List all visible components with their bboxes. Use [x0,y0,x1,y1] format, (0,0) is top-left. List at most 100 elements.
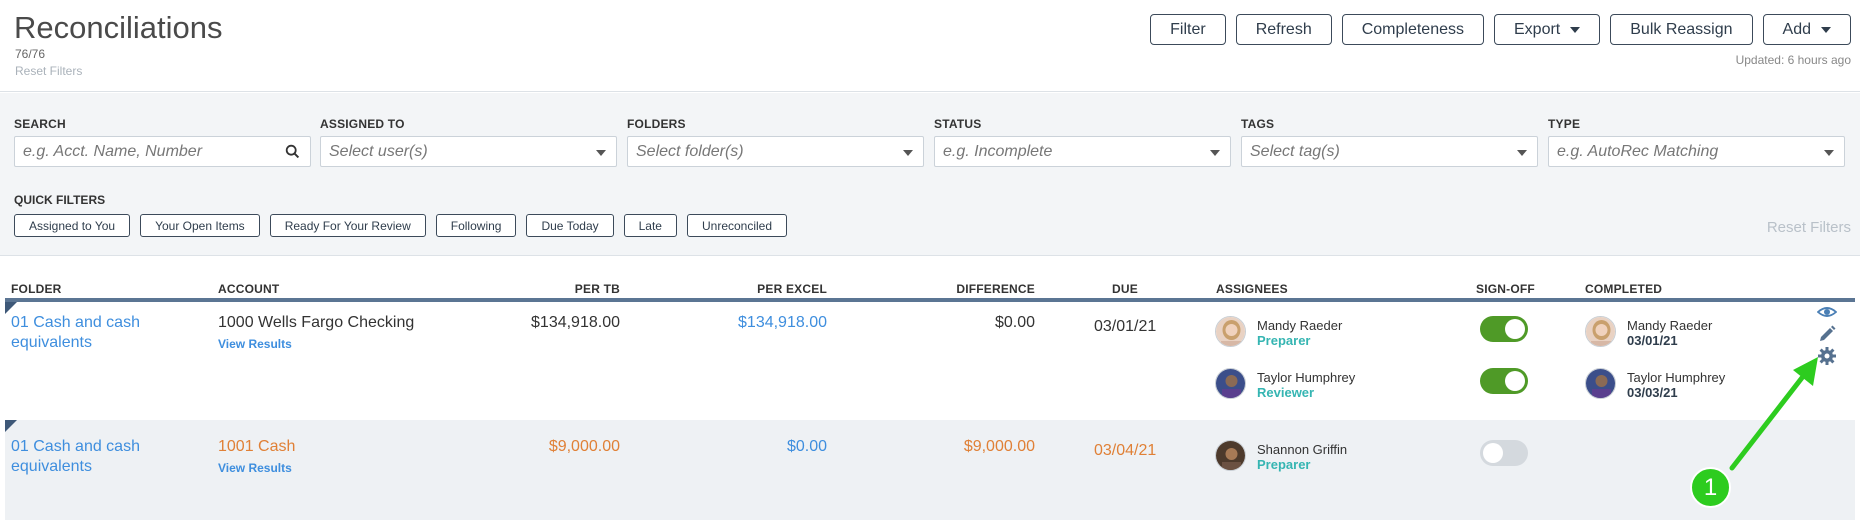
column-header-completed[interactable]: COMPLETED [1585,282,1662,296]
view-results-link[interactable]: View Results [218,461,292,475]
tags-filter: TAGS Select tag(s) [1241,117,1538,167]
search-icon [285,144,300,159]
folders-placeholder: Select folder(s) [636,143,744,160]
completed-date: 03/03/21 [1627,385,1678,400]
sign-off-toggle[interactable] [1480,440,1528,466]
sign-off-toggle[interactable] [1480,368,1528,394]
search-input[interactable]: e.g. Acct. Name, Number [14,136,311,167]
folder-link-line1[interactable]: 01 Cash and cash [11,314,140,332]
difference-value: $9,000.00 [963,438,1035,455]
per-excel-value[interactable]: $0.00 [675,438,827,456]
add-button-label: Add [1782,20,1811,38]
per-excel-value[interactable]: $134,918.00 [675,314,827,332]
column-header-difference[interactable]: DIFFERENCE [915,282,1035,296]
toggle-knob [1505,319,1525,339]
due-date: 03/01/21 [1094,318,1157,335]
type-label: TYPE [1548,117,1581,131]
completeness-button[interactable]: Completeness [1341,14,1484,45]
reset-filters-link[interactable]: Reset Filters [15,64,82,78]
chevron-down-icon [1824,150,1834,156]
quick-filter-unreconciled[interactable]: Unreconciled [686,214,788,237]
assignee-role: Reviewer [1257,385,1315,400]
chevron-down-icon [1210,150,1220,156]
view-results-link[interactable]: View Results [218,337,292,351]
table-row[interactable]: 01 Cash and cash equivalents 1000 Wells … [5,302,1855,420]
export-button[interactable]: Export [1494,14,1601,45]
table-row[interactable]: 01 Cash and cash equivalents 1001 Cash V… [5,420,1855,520]
folders-filter: FOLDERS Select folder(s) [627,117,924,167]
column-header-due[interactable]: DUE [1112,282,1138,296]
completeness-button-label: Completeness [1361,20,1464,38]
per-tb-value: $134,918.00 [531,314,620,331]
header-actions: Filter Refresh Completeness Export Bulk … [1150,14,1851,45]
quick-filter-late[interactable]: Late [623,214,677,237]
row-corner-marker [5,302,17,314]
due-date: 03/04/21 [1094,442,1157,459]
completed-date: 03/01/21 [1627,333,1678,348]
column-header-assignees[interactable]: ASSIGNEES [1216,282,1288,296]
quick-filter-following[interactable]: Following [435,214,517,237]
folders-select[interactable]: Select folder(s) [627,136,924,167]
quick-filters-label: QUICK FILTERS [14,193,106,207]
assignee-name: Taylor Humphrey [1257,370,1356,385]
bulk-reassign-button[interactable]: Bulk Reassign [1610,14,1753,45]
toggle-knob [1483,443,1503,463]
assigned-to-placeholder: Select user(s) [329,143,428,160]
row-corner-marker [5,420,17,432]
caret-down-icon [1821,26,1831,33]
tags-placeholder: Select tag(s) [1250,143,1340,160]
quick-filter-your-open-items[interactable]: Your Open Items [140,214,260,237]
per-tb-value: $9,000.00 [548,438,620,455]
folder-link-line1[interactable]: 01 Cash and cash [11,438,140,456]
assigned-to-filter: ASSIGNED TO Select user(s) [320,117,617,167]
annotation-arrow [1729,357,1818,471]
add-button[interactable]: Add [1762,14,1851,45]
status-filter: STATUS e.g. Incomplete [934,117,1231,167]
chevron-down-icon [1517,150,1527,156]
annotation-badge: 1 [1690,467,1731,508]
assignee-role: Preparer [1257,333,1311,348]
chevron-down-icon [596,150,606,156]
avatar [1215,440,1246,471]
quick-filter-assigned-to-you[interactable]: Assigned to You [14,214,131,237]
avatar [1215,368,1246,399]
result-count: 76/76 [15,47,46,61]
folder-link-line2[interactable]: equivalents [11,334,92,352]
toggle-knob [1505,371,1525,391]
chevron-down-icon [903,150,913,156]
quick-filter-due-today[interactable]: Due Today [526,214,614,237]
sign-off-toggle[interactable] [1480,316,1528,342]
avatar [1215,316,1246,347]
search-label: SEARCH [14,117,66,131]
filter-button[interactable]: Filter [1150,14,1226,45]
tags-select[interactable]: Select tag(s) [1241,136,1538,167]
column-header-per-excel[interactable]: PER EXCEL [727,282,827,296]
column-header-per-tb[interactable]: PER TB [560,282,620,296]
page-title: Reconciliations [14,10,223,45]
assignee-name: Shannon Griffin [1257,442,1348,457]
assignee-role: Preparer [1257,457,1311,472]
status-label: STATUS [934,117,982,131]
tags-label: TAGS [1241,117,1275,131]
export-button-label: Export [1514,20,1561,38]
column-header-sign-off[interactable]: SIGN-OFF [1476,282,1535,296]
refresh-button[interactable]: Refresh [1235,14,1332,45]
quick-filters: Assigned to You Your Open Items Ready Fo… [14,214,788,237]
column-header-folder[interactable]: FOLDER [11,282,62,296]
account-name[interactable]: 1000 Wells Fargo Checking [218,314,414,332]
assigned-to-select[interactable]: Select user(s) [320,136,617,167]
reset-filters-button[interactable]: Reset Filters [1767,219,1851,236]
type-select[interactable]: e.g. AutoRec Matching [1548,136,1845,167]
eye-icon[interactable] [1817,302,1837,322]
page-header: Reconciliations 76/76 Reset Filters Filt… [0,0,1860,92]
column-header-account[interactable]: ACCOUNT [218,282,279,296]
account-name[interactable]: 1001 Cash [218,438,295,456]
folder-link-line2[interactable]: equivalents [11,458,92,476]
completed-by-name: Mandy Raeder [1627,318,1713,333]
quick-filter-ready-for-review[interactable]: Ready For Your Review [269,214,426,237]
updated-timestamp: Updated: 6 hours ago [1735,53,1851,67]
folders-label: FOLDERS [627,117,686,131]
status-select[interactable]: e.g. Incomplete [934,136,1231,167]
avatar [1585,316,1616,347]
type-placeholder: e.g. AutoRec Matching [1557,143,1719,160]
